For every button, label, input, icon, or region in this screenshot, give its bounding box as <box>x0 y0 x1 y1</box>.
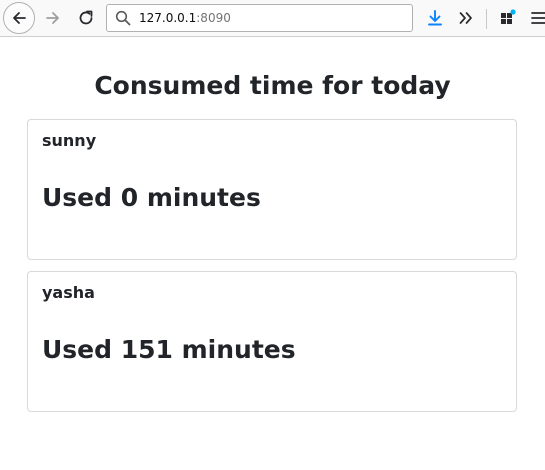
page-content: Consumed time for today sunny Used 0 min… <box>0 38 545 470</box>
user-card: sunny Used 0 minutes <box>27 119 517 260</box>
user-name: sunny <box>42 131 97 150</box>
back-button[interactable] <box>3 2 35 34</box>
reload-button[interactable] <box>71 3 101 33</box>
app-menu-button[interactable] <box>527 6 545 30</box>
extensions-button[interactable] <box>496 6 520 30</box>
usage-text: Used 151 minutes <box>42 335 296 364</box>
user-name: yasha <box>42 283 95 302</box>
url-port: :8090 <box>196 11 231 25</box>
address-bar[interactable]: 127.0.0.1:8090 <box>106 4 413 32</box>
url-text: 127.0.0.1:8090 <box>139 11 231 25</box>
download-icon <box>428 10 442 26</box>
browser-toolbar: 127.0.0.1:8090 <box>0 0 545 37</box>
back-arrow-icon <box>13 12 26 24</box>
search-icon <box>113 8 133 28</box>
hamburger-menu-icon <box>531 12 545 24</box>
page-title: Consumed time for today <box>94 71 451 100</box>
extensions-icon <box>501 9 516 24</box>
usage-text: Used 0 minutes <box>42 183 261 212</box>
url-host: 127.0.0.1 <box>139 11 197 25</box>
toolbar-separator <box>486 9 487 29</box>
overflow-menu-button[interactable] <box>454 6 478 30</box>
overflow-chevron-icon <box>459 12 472 24</box>
reload-icon <box>79 10 93 25</box>
forward-arrow-icon <box>46 12 59 24</box>
forward-button[interactable] <box>38 3 68 33</box>
user-card: yasha Used 151 minutes <box>27 271 517 412</box>
download-button[interactable] <box>423 6 447 30</box>
